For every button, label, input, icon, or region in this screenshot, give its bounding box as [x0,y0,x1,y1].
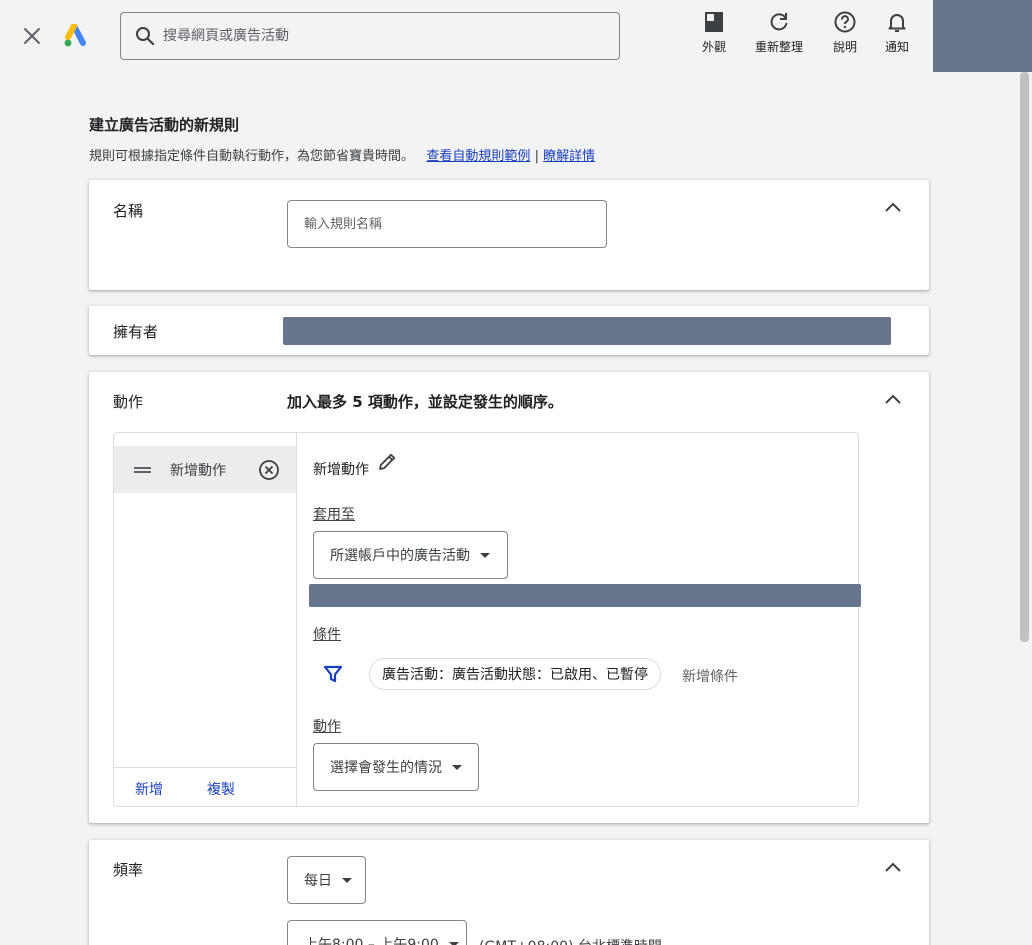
refresh-button[interactable]: 重新整理 [755,10,803,55]
action-type-dropdown[interactable]: 選擇會發生的情況 [313,743,479,791]
apply-to-value: 所選帳戶中的廣告活動 [330,548,470,564]
learn-more-link[interactable]: 瞭解詳情 [543,149,595,164]
conditions-label[interactable]: 條件 [313,624,341,644]
appearance-icon [705,12,723,32]
dropdown-caret-icon [452,764,462,770]
page-description: 規則可根據指定條件自動執行動作，為您節省寶貴時間。 查看自動規則範例 | 瞭解詳… [89,145,595,164]
condition-chip[interactable]: 廣告活動：廣告活動狀態：已啟用、已暫停 [369,658,661,690]
drag-handle-icon[interactable] [134,467,151,473]
frequency-section-label: 頻率 [113,861,144,879]
owner-card: 擁有者 [89,306,929,355]
frequency-dropdown[interactable]: 每日 [287,856,366,904]
collapse-chevron-up-icon[interactable] [881,856,905,880]
search-input[interactable] [163,28,583,44]
help-label: 說明 [833,40,858,54]
collapse-chevron-up-icon[interactable] [881,388,905,412]
action-list-footer: 新增 複製 [114,767,296,806]
help-icon [834,11,856,33]
apply-to-label[interactable]: 套用至 [313,504,355,524]
refresh-icon [770,13,788,31]
frequency-card: 頻率 每日 上午8:00 – 上午9:00 (GMT+08:00) 台北標準時間 [89,840,929,945]
bell-icon [888,14,906,32]
dropdown-caret-icon [480,552,490,558]
page-scrollbar[interactable] [1020,72,1029,642]
name-card: 名稱 [89,180,929,290]
action-type-value: 選擇會發生的情況 [330,760,442,776]
owner-value-redacted [283,317,891,345]
add-condition-link[interactable]: 新增條件 [682,666,738,686]
collapse-chevron-up-icon[interactable] [881,196,905,220]
search-icon [136,27,155,46]
description-text: 規則可根據指定條件自動執行動作，為您節省寶貴時間。 [89,149,415,164]
action-list-item[interactable]: 新增動作 [114,446,296,493]
appearance-button[interactable]: 外觀 [702,10,726,55]
actions-section-label: 動作 [113,393,144,411]
frequency-value: 每日 [304,873,332,889]
edit-pencil-icon[interactable] [376,451,398,473]
action-editor-panel: 新增動作 新增 複製 新增動作 套用至 所選帳戶中的廣告活動 條件 廣告活動：廣… [113,432,859,807]
actions-hint: 加入最多 5 項動作，並設定發生的順序。 [287,393,563,411]
add-action-button[interactable]: 新增 [135,779,163,799]
notifications-label: 通知 [885,40,910,54]
close-icon[interactable] [20,24,44,48]
actions-card: 動作 加入最多 5 項動作，並設定發生的順序。 新增動作 新增 複製 新增動作 … [89,372,929,823]
notifications-button[interactable]: 通知 [885,10,909,55]
rule-examples-link[interactable]: 查看自動規則範例 [426,149,530,164]
account-redacted[interactable] [933,0,1032,72]
appearance-label: 外觀 [702,40,727,54]
action-list-item-label: 新增動作 [170,463,226,479]
time-range-dropdown[interactable]: 上午8:00 – 上午9:00 [287,920,467,945]
copy-action-button[interactable]: 複製 [207,779,235,799]
filter-icon [323,664,343,684]
remove-circle-icon[interactable] [258,459,280,481]
search-field[interactable] [120,12,620,60]
page-title: 建立廣告活動的新規則 [89,116,240,134]
apply-to-dropdown[interactable]: 所選帳戶中的廣告活動 [313,531,508,579]
owner-section-label: 擁有者 [113,323,159,341]
timezone-label: (GMT+08:00) 台北標準時間 [479,936,662,945]
dropdown-caret-icon [342,877,352,883]
top-app-bar: 外觀 重新整理 說明 通知 [0,0,1032,72]
action-detail-title: 新增動作 [313,462,369,478]
help-button[interactable]: 說明 [833,10,857,55]
action-type-label[interactable]: 動作 [313,716,341,736]
redacted-bar [309,584,861,607]
google-ads-logo-icon [64,23,90,48]
refresh-label: 重新整理 [755,40,804,54]
dropdown-caret-icon [448,941,459,945]
rule-name-input[interactable] [287,200,607,248]
time-range-value: 上午8:00 – 上午9:00 [304,937,439,945]
action-list: 新增動作 新增 複製 [114,433,297,806]
link-separator: | [534,149,539,164]
name-section-label: 名稱 [113,202,144,220]
